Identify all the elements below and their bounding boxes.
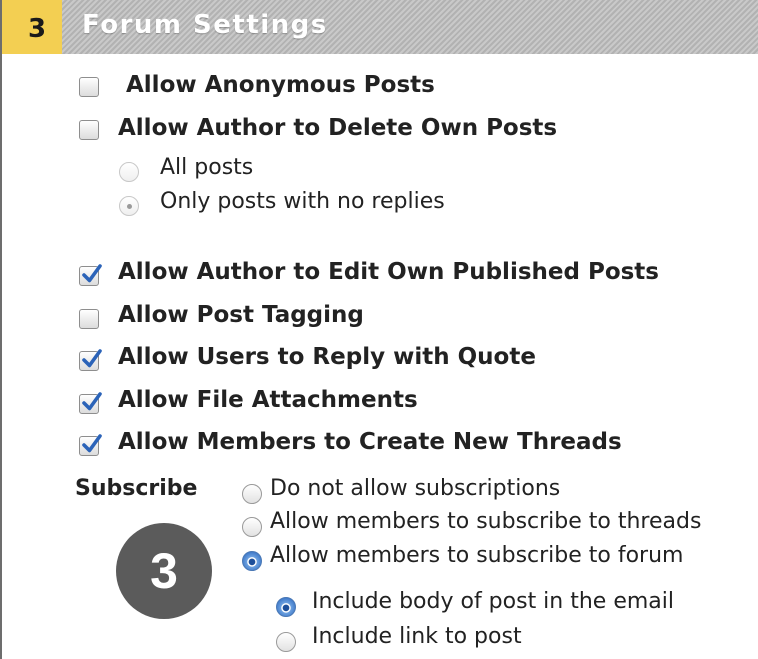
delete-all-posts-label: All posts xyxy=(160,155,254,180)
checkmark-icon xyxy=(82,434,102,453)
include-link-radio[interactable] xyxy=(276,632,296,652)
subscribe-forum-label: Allow members to subscribe to forum xyxy=(270,543,684,568)
include-body-label: Include body of post in the email xyxy=(312,589,675,614)
create-threads-checkbox[interactable] xyxy=(79,434,102,456)
section-header: 3 Forum Settings xyxy=(2,0,758,54)
anonymous-posts-label: Allow Anonymous Posts xyxy=(126,72,435,98)
checkmark-icon xyxy=(82,349,102,368)
checkmark-icon xyxy=(82,264,102,283)
no-subscriptions-radio[interactable] xyxy=(242,484,262,504)
reply-with-quote-checkbox[interactable] xyxy=(79,349,102,371)
subscribe-forum-radio[interactable] xyxy=(242,551,262,571)
edit-published-posts-label: Allow Author to Edit Own Published Posts xyxy=(118,259,659,285)
left-border xyxy=(0,0,2,659)
subscribe-threads-label: Allow members to subscribe to threads xyxy=(270,509,702,534)
post-tagging-checkbox[interactable] xyxy=(79,309,99,329)
no-subscriptions-label: Do not allow subscriptions xyxy=(270,476,561,501)
delete-own-posts-checkbox[interactable] xyxy=(79,120,99,140)
anonymous-posts-checkbox[interactable] xyxy=(79,77,99,97)
file-attachments-checkbox[interactable] xyxy=(79,392,102,414)
include-body-radio[interactable] xyxy=(276,597,296,617)
create-threads-label: Allow Members to Create New Threads xyxy=(118,429,622,455)
post-tagging-label: Allow Post Tagging xyxy=(118,302,364,328)
file-attachments-label: Allow File Attachments xyxy=(118,387,418,413)
subscribe-threads-radio[interactable] xyxy=(242,517,262,537)
delete-no-replies-label: Only posts with no replies xyxy=(160,189,445,214)
reply-with-quote-label: Allow Users to Reply with Quote xyxy=(118,344,536,370)
callout-badge: 3 xyxy=(116,523,212,619)
edit-published-posts-checkbox[interactable] xyxy=(79,264,102,286)
step-number: 3 xyxy=(2,0,62,54)
delete-own-posts-label: Allow Author to Delete Own Posts xyxy=(118,115,558,141)
include-link-label: Include link to post xyxy=(312,624,522,649)
delete-no-replies-radio[interactable] xyxy=(119,196,139,216)
checkmark-icon xyxy=(82,392,102,411)
subscribe-label: Subscribe xyxy=(75,476,198,501)
section-title: Forum Settings xyxy=(82,10,328,40)
delete-all-posts-radio[interactable] xyxy=(119,162,139,182)
section-title-bar: Forum Settings xyxy=(62,0,758,54)
